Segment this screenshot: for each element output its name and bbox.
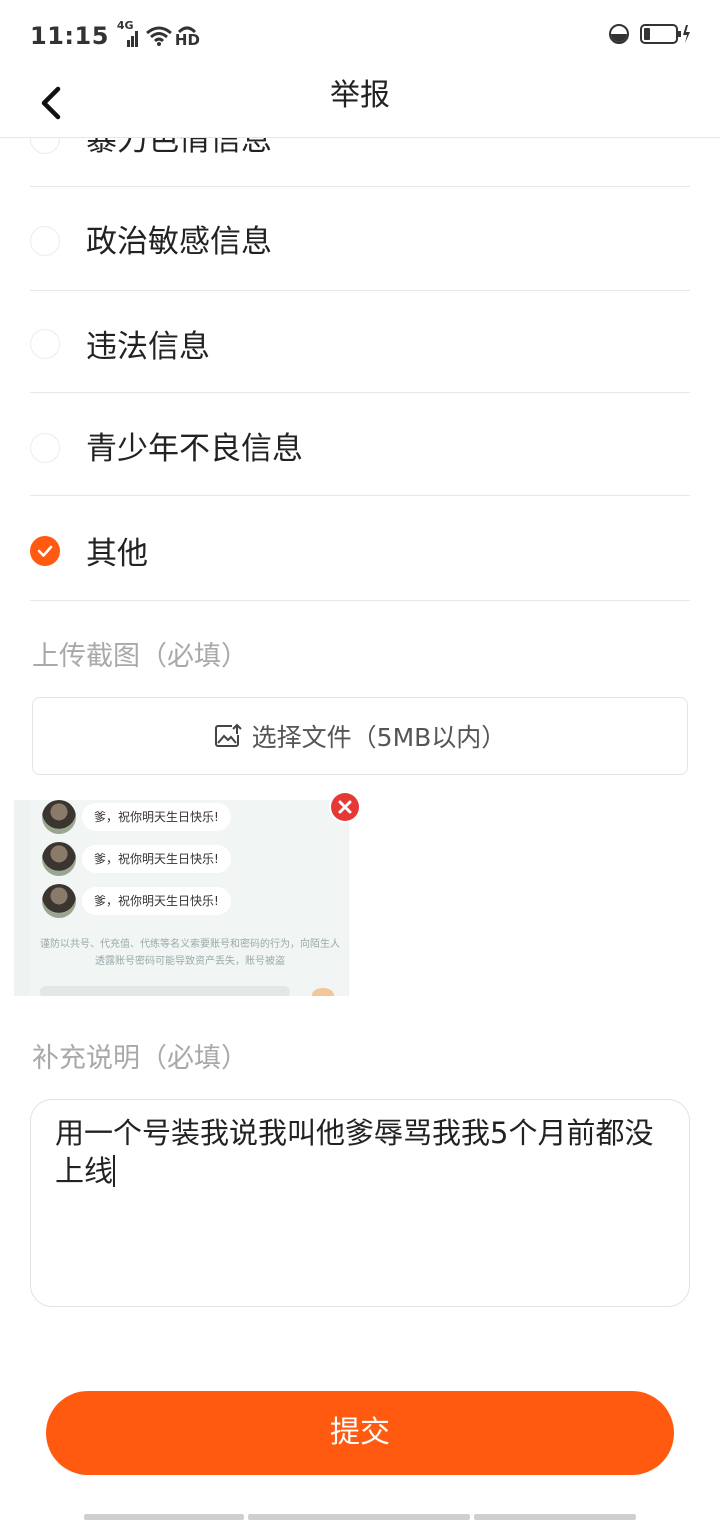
avatar <box>42 842 76 876</box>
option-row-political[interactable]: 政治敏感信息 <box>30 186 690 291</box>
chat-message: 爹，祝你明天生日快乐! <box>42 884 231 918</box>
battery-icon <box>640 22 692 50</box>
radio-button[interactable] <box>30 329 60 359</box>
option-label: 青少年不良信息 <box>86 431 303 467</box>
option-label: 政治敏感信息 <box>86 224 272 260</box>
do-not-disturb-icon <box>608 23 630 49</box>
radio-button[interactable] <box>30 138 60 154</box>
remove-image-button[interactable] <box>331 793 359 821</box>
choose-file-label: 选择文件（5MB以内） <box>251 723 507 752</box>
app-header: 举报 <box>0 70 720 138</box>
chat-message: 爹，祝你明天生日快乐! <box>42 800 231 834</box>
uploaded-screenshot[interactable]: 爹，祝你明天生日快乐! 爹，祝你明天生日快乐! 爹，祝你明天生日快乐! 谨防以共… <box>14 800 349 996</box>
option-label: 违法信息 <box>86 329 210 365</box>
option-row-other[interactable]: 其他 <box>30 496 690 601</box>
status-bar: 11:15 4G HD <box>0 0 720 70</box>
network-type: 4G <box>116 19 134 32</box>
cellular-signal-icon: 4G <box>117 19 139 49</box>
radio-button[interactable] <box>30 433 60 463</box>
description-text: 用一个号装我说我叫他爹辱骂我我5个月前都没上线 <box>55 1116 654 1188</box>
chat-message: 爹，祝你明天生日快乐! <box>42 842 231 876</box>
status-time: 11:15 <box>30 22 109 50</box>
upload-label: 上传截图（必填） <box>32 641 248 672</box>
navigation-bar <box>84 1514 636 1520</box>
option-label: 暴力色情信息 <box>86 138 272 158</box>
security-notice: 谨防以共号、代充值、代练等名义索要账号和密码的行为，向陌生人透露账号密码可能导致… <box>40 939 340 967</box>
text-cursor <box>113 1155 116 1187</box>
radio-button[interactable] <box>30 226 60 256</box>
option-row-youth[interactable]: 青少年不良信息 <box>30 393 690 496</box>
hd-badge: HD <box>175 25 200 48</box>
avatar <box>42 800 76 834</box>
page-title: 举报 <box>330 78 390 113</box>
option-row-violence[interactable]: 暴力色情信息 <box>30 138 690 187</box>
description-textarea[interactable]: 用一个号装我说我叫他爹辱骂我我5个月前都没上线 <box>30 1099 690 1307</box>
wifi-icon <box>145 25 173 47</box>
choose-file-button[interactable]: 选择文件（5MB以内） <box>32 697 688 775</box>
input-bar <box>40 986 290 996</box>
description-label: 补充说明（必填） <box>32 1043 248 1074</box>
avatar <box>42 884 76 918</box>
checked-radio-icon[interactable] <box>30 536 60 566</box>
option-row-illegal[interactable]: 违法信息 <box>30 291 690 393</box>
close-icon <box>338 800 352 814</box>
submit-button[interactable]: 提交 <box>46 1391 674 1475</box>
upload-image-icon <box>214 723 242 747</box>
option-label: 其他 <box>86 536 148 572</box>
emoji-icon <box>312 988 334 996</box>
